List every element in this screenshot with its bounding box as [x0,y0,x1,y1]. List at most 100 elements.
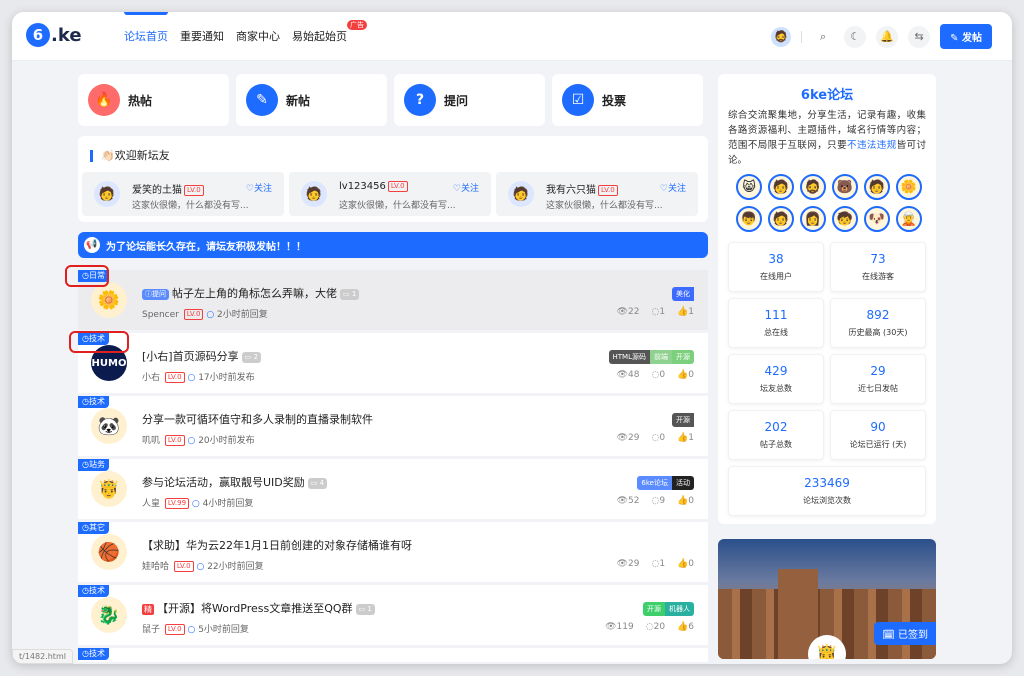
post-title[interactable]: 精【开源】将WordPress文章推送至QQ群▭ 1 [142,600,375,616]
author-name[interactable]: 人皇 [142,499,160,509]
post-stats: 👁29◌0👍1 [617,433,694,443]
views-count: 👁48 [617,370,640,380]
post-title[interactable]: 参与论坛活动，赢取靓号UID奖励▭ 4 [142,474,327,490]
avatar[interactable]: 👦 [736,206,762,232]
main-column: 🔥热帖 ✎新帖 ?提问 ☑投票 👏🏻欢迎新坛友 🧑 爱笑的土猫LV.0 这家伙很… [78,74,708,126]
author-name[interactable]: 小右 [142,373,160,383]
checkin-button[interactable]: 🗓 已签到 [874,622,936,645]
post-label[interactable]: 前端 [650,350,672,364]
follow-button[interactable]: ♡关注 [660,181,686,194]
avatar[interactable]: 😸 [736,174,762,200]
new-user-card[interactable]: 🧑 我有六只猫LV.0 这家伙很懒，什么都没有写... ♡关注 [496,172,698,216]
post-item[interactable]: ◷技术HUMO[小右]首页源码分享▭ 2小右 LV.0 ○ 17小时前发布👁48… [78,333,708,393]
post-button[interactable]: ✎ 发帖 [940,24,992,49]
header-actions: 🧔 ⌕ ☾ 🔔 ⇆ ✎ 发帖 [771,24,992,49]
post-label[interactable]: 开源 [672,350,694,364]
avatar[interactable]: 🧑 [864,174,890,200]
post-category-tag[interactable]: ◷技术 [78,396,109,408]
post-category-tag[interactable]: ◷站务 [78,459,109,471]
dark-mode-icon[interactable]: ☾ [844,26,866,48]
featured-badge: 精 [142,604,154,615]
avatar[interactable]: 🐉 [91,597,127,633]
avatar[interactable]: 🧝 [896,206,922,232]
post-category-tag[interactable]: ◷技术 [78,648,109,660]
post-item[interactable]: ◷站务🤴 参与论坛活动，赢取靓号UID奖励▭ 4 人皇 LV.99 ○ 4小时前回复… [78,459,708,519]
post-title[interactable]: 分享一款可循环值守和多人录制的直播录制软件 [142,411,373,427]
quick-hot[interactable]: 🔥热帖 [78,74,229,126]
author-name[interactable]: 鼠子 [142,625,160,635]
post-label[interactable]: 机器人 [665,602,694,616]
post-label[interactable]: 美化 [672,287,694,301]
edit-icon: ✎ [246,84,278,116]
post-meta: 人皇 LV.99 ○ 4小时前回复 [142,496,253,509]
avatar[interactable]: 🧑 [768,174,794,200]
follow-button[interactable]: ♡关注 [453,181,479,194]
post-category-tag[interactable]: ◷技术 [78,585,109,597]
author-name[interactable]: Spencer [142,310,179,320]
post-labels: 开源 [672,413,694,427]
post-list: ◷日常🌼ⓘ提问帖子左上角的角标怎么弄嘛，大佬▭ 1Spencer LV.0 ○ … [78,270,708,664]
quick-new[interactable]: ✎新帖 [236,74,387,126]
avatar[interactable]: 🌼 [91,282,127,318]
stat-card: 38在线用户 [728,242,824,292]
avatar[interactable]: 🐼 [91,408,127,444]
quick-ask[interactable]: ?提问 [394,74,545,126]
nav-startpage[interactable]: 易始起始页广告 [292,28,347,44]
post-item[interactable]: ◷其它🏀【求助】华为云22年1月1日前创建的对象存储桶谁有呀娃哈哈 LV.0 ○… [78,522,708,582]
post-item[interactable]: ◷技术🐼分享一款可循环值守和多人录制的直播录制软件叽叽 LV.0 ○ 20小时前… [78,396,708,456]
stat-value: 202 [729,420,823,434]
post-category-tag[interactable]: ◷其它 [78,522,109,534]
post-labels: 6ke论坛活动 [637,476,694,490]
author-name[interactable]: 叽叽 [142,436,160,446]
avatar[interactable]: 🐻 [832,174,858,200]
user-avatar[interactable]: 🧔 [771,27,791,47]
avatar[interactable]: 🤴 [91,471,127,507]
quick-links: 🔥热帖 ✎新帖 ?提问 ☑投票 [78,74,708,126]
post-title[interactable]: [小右]首页源码分享▭ 2 [142,348,261,364]
notice-bar[interactable]: 📢 为了论坛能长久存在，请坛友积极发帖！！！ [78,232,708,258]
post-item[interactable]: ◷日常🌼ⓘ提问帖子左上角的角标怎么弄嘛，大佬▭ 1Spencer LV.0 ○ … [78,270,708,330]
search-icon[interactable]: ⌕ [812,26,834,48]
post-item[interactable]: ◷技术🐉精【开源】将WordPress文章推送至QQ群▭ 1鼠子 LV.0 ○ … [78,585,708,645]
quick-vote[interactable]: ☑投票 [552,74,703,126]
avatar: 🧑 [94,181,120,207]
stat-value: 90 [831,420,925,434]
views-count: 👁29 [617,559,640,569]
welcome-panel: 👏🏻欢迎新坛友 🧑 爱笑的土猫LV.0 这家伙很懒，什么都没有写... ♡关注 … [78,136,708,222]
avatar[interactable]: 🌼 [896,174,922,200]
avatar[interactable]: 🧑 [768,206,794,232]
post-title[interactable]: ⓘ提问帖子左上角的角标怎么弄嘛，大佬▭ 1 [142,285,359,301]
views-count: 👁52 [617,496,640,506]
new-user-card[interactable]: 🧑 爱笑的土猫LV.0 这家伙很懒，什么都没有写... ♡关注 [82,172,284,216]
forum-description: 综合交流聚集地，分享生活，记录有趣，收集各路资源福利、主题插件，域名行情等内容；… [728,108,926,168]
post-item[interactable]: ◷技术 [78,648,708,662]
post-title[interactable]: 【求助】华为云22年1月1日前创建的对象存储桶谁有呀 [142,537,412,553]
nav-home[interactable]: 论坛首页 [124,28,168,44]
translate-icon[interactable]: ⇆ [908,26,930,48]
post-label[interactable]: 活动 [672,476,694,490]
status-url: t/1482.html [12,649,73,664]
post-label[interactable]: 开源 [643,602,665,616]
image-count: ▭ 1 [356,604,375,615]
likes-count: 👍6 [677,622,694,632]
post-stats: 👁22◌1👍1 [617,307,694,317]
follow-button[interactable]: ♡关注 [246,181,272,194]
bell-icon[interactable]: 🔔 [876,26,898,48]
author-name[interactable]: 娃哈哈 [142,562,169,572]
avatar[interactable]: 👩 [800,206,826,232]
avatar[interactable]: 🧒 [832,206,858,232]
post-label[interactable]: 6ke论坛 [637,476,672,490]
nav-merchant[interactable]: 商家中心 [236,28,280,44]
rules-link[interactable]: 不违法违规 [847,140,897,151]
vote-icon: ☑ [562,84,594,116]
avatar[interactable]: 🐶 [864,206,890,232]
post-label[interactable]: HTML源码 [609,350,650,364]
site-logo[interactable]: 6 .ke [26,23,82,47]
avatar[interactable]: 🧔 [800,174,826,200]
nav-notices[interactable]: 重要通知 [180,28,224,44]
avatar[interactable]: 🏀 [91,534,127,570]
new-user-card[interactable]: 🧑 lv123456LV.0 这家伙很懒，什么都没有写... ♡关注 [289,172,491,216]
stat-label: 坛友总数 [729,383,823,394]
post-label[interactable]: 开源 [672,413,694,427]
likes-count: 👍1 [677,307,694,317]
